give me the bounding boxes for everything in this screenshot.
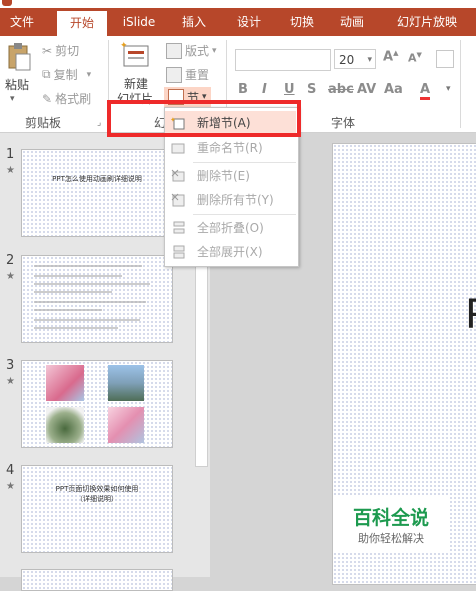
watermark-subtitle: 助你轻松解决 [358,532,424,545]
clipboard-group-label: 剪贴板 [24,116,61,130]
slide-4-title: PPT页面切换效果如何使用 [55,485,139,493]
clear-format-icon[interactable] [436,50,454,68]
svg-text:✦: ✦ [120,41,128,51]
delete-section-icon [171,169,185,182]
copy-button[interactable]: ⧉ 复制 ▾ [42,66,91,83]
tab-home[interactable]: 开始 [57,11,107,36]
underline-icon[interactable]: U [284,82,295,97]
tab-animations[interactable]: 动画 [330,8,374,36]
collapse-all-icon [173,221,185,234]
format-painter-button[interactable]: ✎ 格式刷 [42,90,91,107]
animation-star-icon: ★ [6,271,15,282]
slide-thumbnail-2[interactable] [21,255,173,343]
tab-islide[interactable]: iSlide [117,8,161,36]
blossom-image [46,365,84,401]
font-size-value: 20 [339,53,355,67]
shadow-icon[interactable]: S [307,82,316,97]
tab-design[interactable]: 设计 [227,8,271,36]
quick-access-toolbar [0,0,476,8]
slide-title-partial: P [465,292,476,338]
ribbon-tab-bar: 文件 开始 iSlide 插入 设计 切换 动画 幻灯片放映 [0,8,476,36]
font-color-dropdown-icon[interactable]: ▾ [446,84,451,94]
char-spacing-icon[interactable]: AV [357,82,376,97]
slide-number: 2 [6,253,15,268]
new-slide-button[interactable]: ✦ [120,40,154,72]
font-name-box[interactable] [235,49,331,71]
slide-4-subtitle: （详细说明） [76,495,118,503]
slide-number: 1 [6,147,15,162]
menu-item-expand-all[interactable]: 全部展开(X) [165,240,296,264]
cut-button[interactable]: ✂ 剪切 [42,42,79,59]
menu-item-delete-section[interactable]: 删除节(E) [165,164,296,188]
bold-icon[interactable]: B [238,82,248,97]
clipboard-launcher-icon[interactable]: ⌟ [97,118,101,128]
scissors-icon: ✂ [42,43,53,58]
rename-section-icon [171,143,185,154]
font-size-dropdown-icon[interactable]: ▾ [367,50,372,70]
tab-slideshow[interactable]: 幻灯片放映 [388,8,466,36]
menu-item-rename-section[interactable]: 重命名节(R) [165,136,296,160]
brush-icon: ✎ [42,91,53,106]
lake-image [108,365,144,401]
tab-transitions[interactable]: 切换 [280,8,324,36]
tab-file[interactable]: 文件 [0,8,44,36]
expand-all-icon [173,245,185,259]
paste-label[interactable]: 粘贴 [5,76,29,93]
slide-number: 4 [6,463,15,478]
layout-icon [166,42,182,59]
new-slide-icon: ✦ [120,41,149,67]
shrink-font-icon[interactable]: A▼ [408,51,422,65]
slide-thumbnail-4[interactable]: PPT页面切换效果如何使用 （详细说明） [21,465,173,553]
tab-insert[interactable]: 插入 [172,8,216,36]
layout-button[interactable]: 版式 ▾ [166,42,217,59]
grow-font-icon[interactable]: A▲ [383,49,398,64]
slide-2-text-lines [34,265,150,329]
tree-image [46,407,84,443]
watermark-title: 百科全说 [352,507,429,529]
slide-1-title: PPT怎么使用动画刷详细说明 [52,175,142,183]
animation-star-icon: ★ [6,376,15,387]
copy-icon: ⧉ [42,67,51,81]
animation-star-icon: ★ [6,481,15,492]
change-case-icon[interactable]: Aa [384,82,403,97]
paste-button[interactable] [6,42,32,72]
font-color-icon[interactable]: A [420,82,431,100]
watermark-logo: 百科全说 助你轻松解决 [334,497,448,551]
slide-number: 3 [6,358,15,373]
paste-dropdown-icon[interactable]: ▾ [10,94,15,104]
slide-thumbnail-1[interactable]: PPT怎么使用动画刷详细说明 [21,149,173,237]
slide-thumbnail-3[interactable] [21,360,173,448]
app-icon [2,0,12,6]
pink-blossom-image [108,407,144,443]
strikethrough-icon[interactable]: abc [328,82,354,97]
reset-icon [166,66,182,83]
menu-item-collapse-all[interactable]: 全部折叠(O) [165,216,296,240]
italic-icon[interactable]: I [262,82,267,97]
font-group-label: 字体 [330,116,355,130]
reset-button[interactable]: 重置 [166,66,209,83]
menu-item-delete-all-sections[interactable]: 删除所有节(Y) [165,188,296,212]
delete-all-sections-icon [171,193,185,207]
font-size-box[interactable]: 20 ▾ [334,49,376,69]
animation-star-icon: ★ [6,165,15,176]
highlight-annotation-box [107,100,301,137]
paste-icon [8,43,31,71]
slide-thumbnail-5[interactable] [21,569,173,591]
